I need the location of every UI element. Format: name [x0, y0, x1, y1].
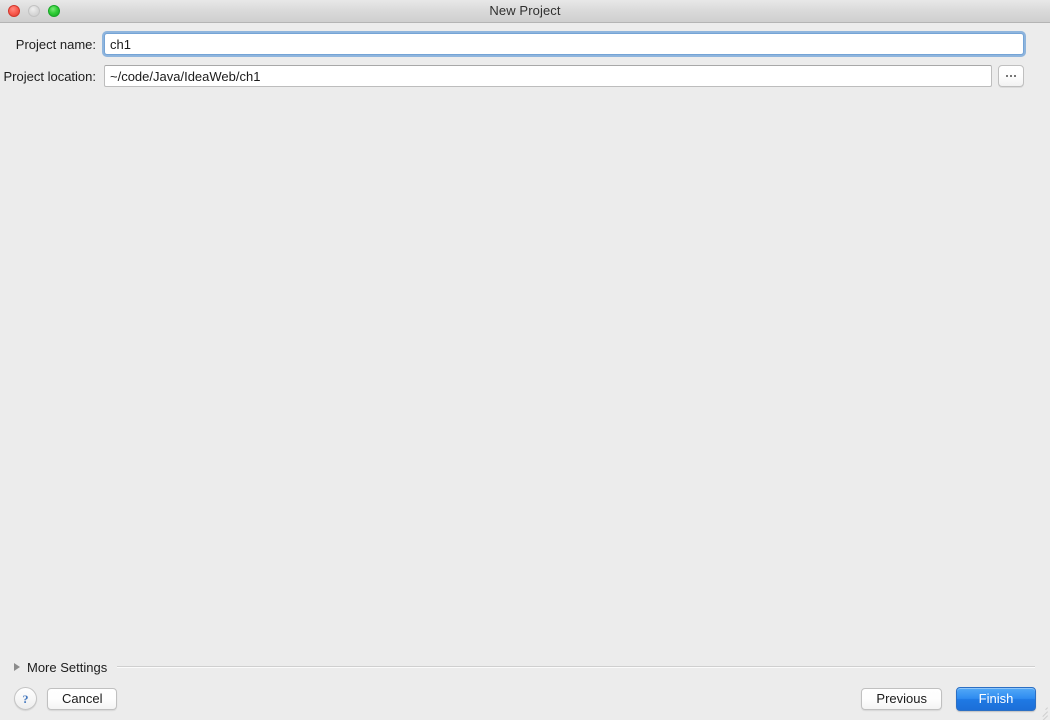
footer-left-group: ? Cancel	[14, 687, 118, 710]
project-location-input[interactable]: ~/code/Java/IdeaWeb/ch1	[104, 65, 992, 87]
finish-button[interactable]: Finish	[956, 686, 1036, 711]
cancel-button[interactable]: Cancel	[47, 687, 118, 710]
project-name-label: Project name:	[15, 36, 96, 52]
section-divider	[117, 666, 1035, 668]
project-name-row: Project name: ch1	[0, 31, 1050, 57]
window-controls	[8, 0, 60, 22]
close-window-icon[interactable]	[8, 5, 20, 17]
disclosure-triangle-right-icon[interactable]	[14, 663, 20, 671]
dialog-content: Project name: ch1 Project location: ~/co…	[0, 23, 1050, 720]
new-project-dialog: New Project Project name: ch1 Project lo…	[0, 0, 1050, 720]
previous-button[interactable]: Previous	[861, 687, 942, 710]
project-location-row: Project location: ~/code/Java/IdeaWeb/ch…	[0, 63, 1050, 89]
help-button[interactable]: ?	[14, 687, 37, 710]
window-title: New Project	[489, 3, 561, 18]
more-settings-label: More Settings	[27, 659, 108, 675]
footer-right-group: Previous Finish	[861, 686, 1036, 711]
project-location-label: Project location:	[3, 68, 97, 84]
project-name-input[interactable]: ch1	[102, 31, 1026, 57]
resize-grip[interactable]	[1035, 705, 1048, 720]
window-titlebar: New Project	[0, 0, 1050, 23]
ellipsis-icon	[1006, 75, 1016, 77]
dialog-footer: ? Cancel Previous Finish	[0, 677, 1050, 720]
browse-location-button[interactable]	[998, 65, 1024, 87]
maximize-window-icon[interactable]	[48, 5, 60, 17]
more-settings-section[interactable]: More Settings	[0, 657, 1050, 677]
minimize-window-icon[interactable]	[28, 5, 40, 17]
